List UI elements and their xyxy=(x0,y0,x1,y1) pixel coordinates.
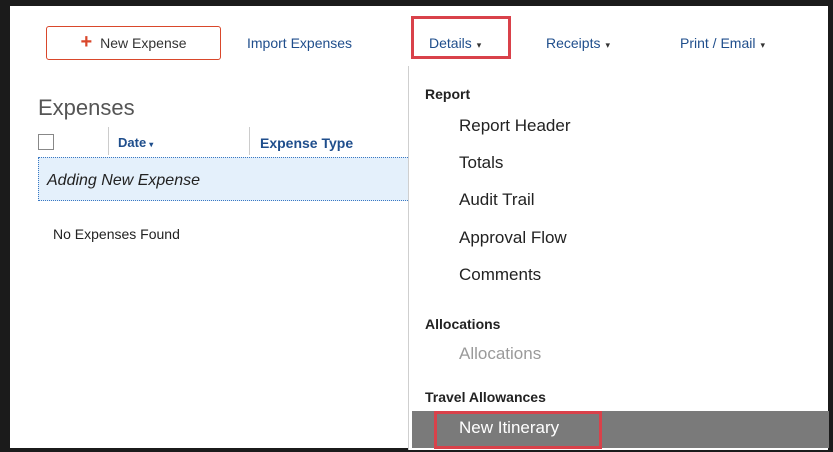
import-expenses-label: Import Expenses xyxy=(247,35,353,51)
new-expense-button[interactable]: + New Expense xyxy=(46,26,221,60)
date-column-header[interactable]: Date ▾ xyxy=(118,135,153,150)
expenses-title: Expenses xyxy=(38,95,135,120)
menu-item-report-header[interactable]: Report Header xyxy=(459,116,571,136)
chevron-down-icon: ▾ xyxy=(760,40,765,50)
details-dropdown-menu: Report Report Header Totals Audit Trail … xyxy=(408,66,829,450)
menu-item-audit-trail[interactable]: Audit Trail xyxy=(459,190,535,210)
menu-item-comments[interactable]: Comments xyxy=(459,265,541,285)
new-expense-label: New Expense xyxy=(100,35,187,51)
receipts-menu-button[interactable]: Receipts ▾ xyxy=(546,35,610,51)
menu-section-travel-allowances: Travel Allowances xyxy=(425,389,546,405)
print-email-label: Print / Email xyxy=(680,35,756,51)
receipts-label: Receipts xyxy=(546,35,601,51)
window-frame-right xyxy=(828,0,833,452)
plus-icon: + xyxy=(80,31,93,53)
expense-type-column-header[interactable]: Expense Type xyxy=(260,135,353,151)
menu-item-approval-flow[interactable]: Approval Flow xyxy=(459,228,567,248)
menu-section-allocations: Allocations xyxy=(425,316,501,332)
date-column-label: Date xyxy=(118,135,147,150)
import-expenses-link[interactable]: Import Expenses xyxy=(247,35,352,51)
details-menu-button[interactable]: Details ▾ xyxy=(429,35,481,51)
column-divider xyxy=(249,127,250,155)
column-divider xyxy=(108,127,109,155)
report-toolbar: + New Expense Import Expenses Details ▾ R… xyxy=(10,6,828,68)
adding-new-expense-row[interactable]: Adding New Expense xyxy=(38,157,410,201)
print-email-menu-button[interactable]: Print / Email ▾ xyxy=(680,35,765,51)
chevron-down-icon: ▾ xyxy=(605,40,610,50)
no-expenses-message: No Expenses Found xyxy=(53,226,180,242)
window-frame-left xyxy=(0,0,10,452)
sort-down-icon: ▾ xyxy=(149,140,154,149)
menu-section-report: Report xyxy=(425,86,471,102)
expenses-table-header: Date ▾ Expense Type xyxy=(38,125,408,157)
menu-item-new-itinerary[interactable]: New Itinerary xyxy=(459,418,559,438)
menu-item-totals[interactable]: Totals xyxy=(459,153,503,173)
select-all-checkbox[interactable] xyxy=(38,134,54,150)
menu-item-allocations: Allocations xyxy=(459,344,542,363)
details-label: Details xyxy=(429,35,472,51)
chevron-down-icon: ▾ xyxy=(476,40,482,50)
